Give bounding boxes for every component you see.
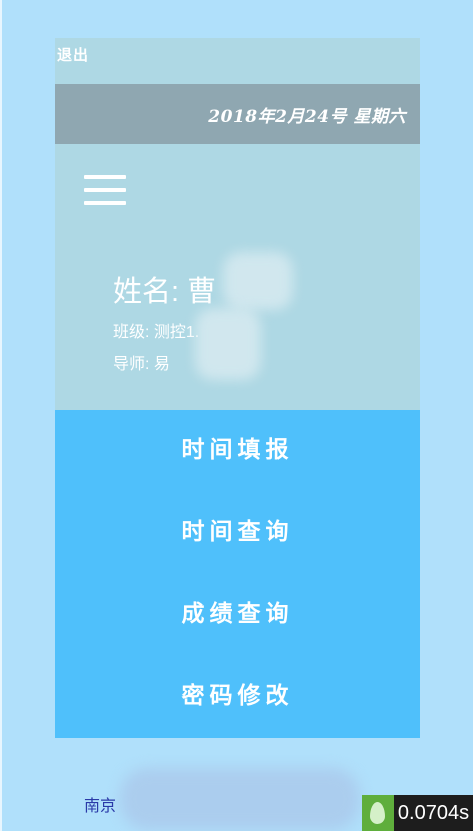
redaction-blur [223,252,293,310]
advisor-label: 导师: [113,356,150,373]
redaction-blur [120,768,360,830]
logout-button[interactable]: 退出 [57,44,89,65]
profile-panel: 姓名: 曹 班级: 测控1. 导师: 易 [55,144,420,410]
menu-item-password-change[interactable]: 密码修改 [55,666,420,726]
student-advisor: 导师: 易 [113,350,170,374]
menu-item-time-query[interactable]: 时间查询 [55,502,420,562]
left-border [0,0,2,831]
name-label: 姓名: [113,276,180,308]
page-load-time: 0.0704s [394,795,473,831]
hamburger-menu-icon[interactable] [84,175,126,205]
class-value: 测控1. [153,324,200,341]
class-label: 班级: [113,324,150,341]
footer-link[interactable]: 南京 [84,792,116,816]
advisor-value: 易 [153,356,170,373]
current-date: 2018年2月24号 星期六 [208,107,406,127]
function-menu: 时间填报 时间查询 成绩查询 密码修改 [55,410,420,738]
student-name: 姓名: 曹 [113,268,216,310]
date-bar: 2018年2月24号 星期六 [55,84,420,144]
app-container: 退出 2018年2月24号 星期六 姓名: 曹 班级: 测控1. 导师: 易 时… [55,38,420,738]
leaf-badge-icon [362,795,394,831]
top-bar: 退出 [55,38,420,84]
menu-item-grade-query[interactable]: 成绩查询 [55,584,420,644]
name-value: 曹 [187,276,217,308]
student-class: 班级: 测控1. [113,318,199,342]
menu-item-time-report[interactable]: 时间填报 [55,420,420,480]
redaction-blur [195,308,261,380]
